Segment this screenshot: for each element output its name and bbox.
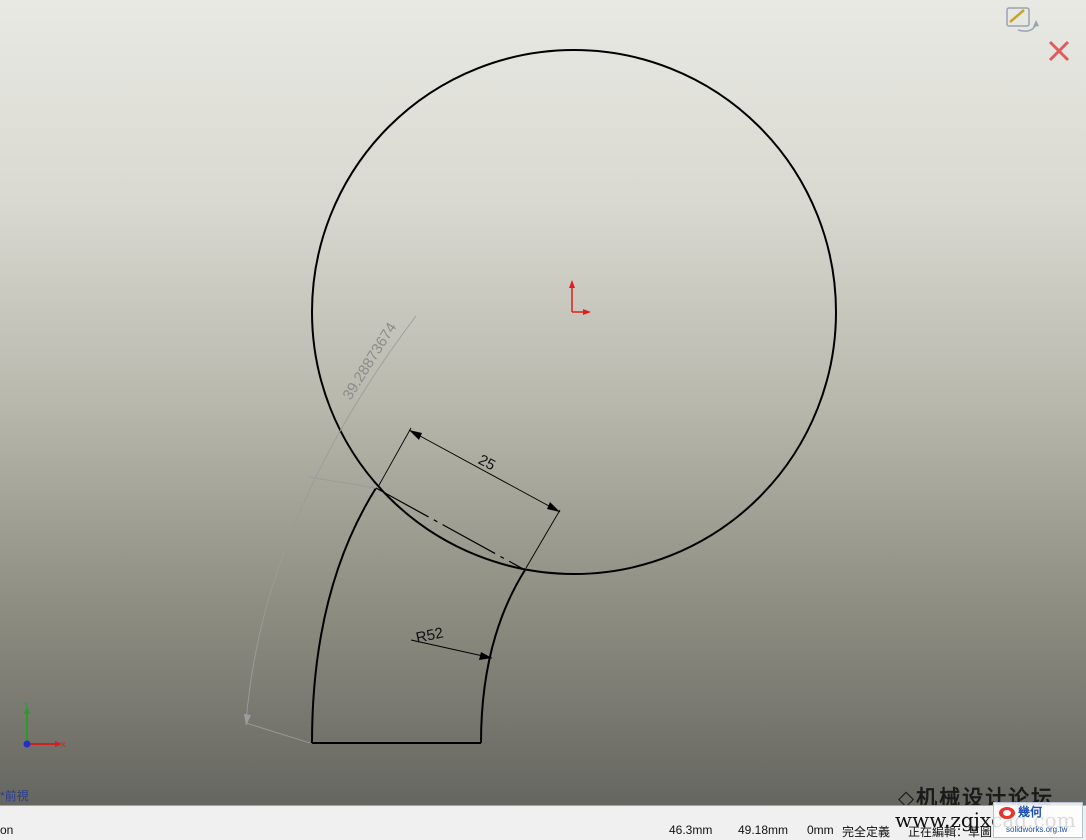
dimension-arc-length-label[interactable]: 39.28873674 bbox=[339, 320, 400, 403]
confirmation-corner bbox=[1004, 4, 1084, 66]
status-left-text: on bbox=[0, 823, 14, 837]
logo-globe-icon bbox=[999, 807, 1015, 819]
graphics-area[interactable]: 25 R52 39.28873674 Y X *前視 ◇机械设计论坛 bbox=[0, 0, 1086, 805]
dimension-radius[interactable]: R52 bbox=[410, 624, 493, 660]
status-sketch-state[interactable]: 完全定義 bbox=[842, 823, 890, 840]
construction-centerline[interactable] bbox=[375, 487, 526, 571]
status-y-coordinate: 49.18mm bbox=[738, 823, 789, 837]
dimension-arc-length[interactable]: 39.28873674 bbox=[244, 315, 417, 744]
status-z-coordinate: 0mm bbox=[807, 823, 834, 837]
outer-arc[interactable] bbox=[311, 487, 377, 744]
close-icon[interactable] bbox=[1048, 40, 1070, 62]
svg-text:Y: Y bbox=[24, 702, 29, 709]
svg-text:X: X bbox=[61, 742, 66, 749]
logo-name: 幾何 bbox=[1018, 805, 1043, 819]
dimension-radius-label[interactable]: R52 bbox=[414, 624, 444, 646]
watermark-mark-icon: ◇ bbox=[898, 785, 917, 805]
sketch-origin-icon bbox=[569, 280, 591, 315]
sketch-canvas[interactable]: 25 R52 39.28873674 bbox=[0, 0, 1086, 805]
reference-triad-icon: Y X bbox=[23, 702, 66, 749]
dimension-width[interactable]: 25 bbox=[377, 427, 561, 569]
sketch-exit-icon[interactable] bbox=[1006, 7, 1039, 32]
site-logo: 幾何 solidworks.org.tw bbox=[993, 802, 1083, 838]
status-x-coordinate: 46.3mm bbox=[669, 823, 713, 837]
dimension-width-label[interactable]: 25 bbox=[475, 451, 498, 474]
view-orientation-label: *前視 bbox=[0, 789, 29, 803]
logo-site: solidworks.org.tw bbox=[1006, 825, 1068, 834]
